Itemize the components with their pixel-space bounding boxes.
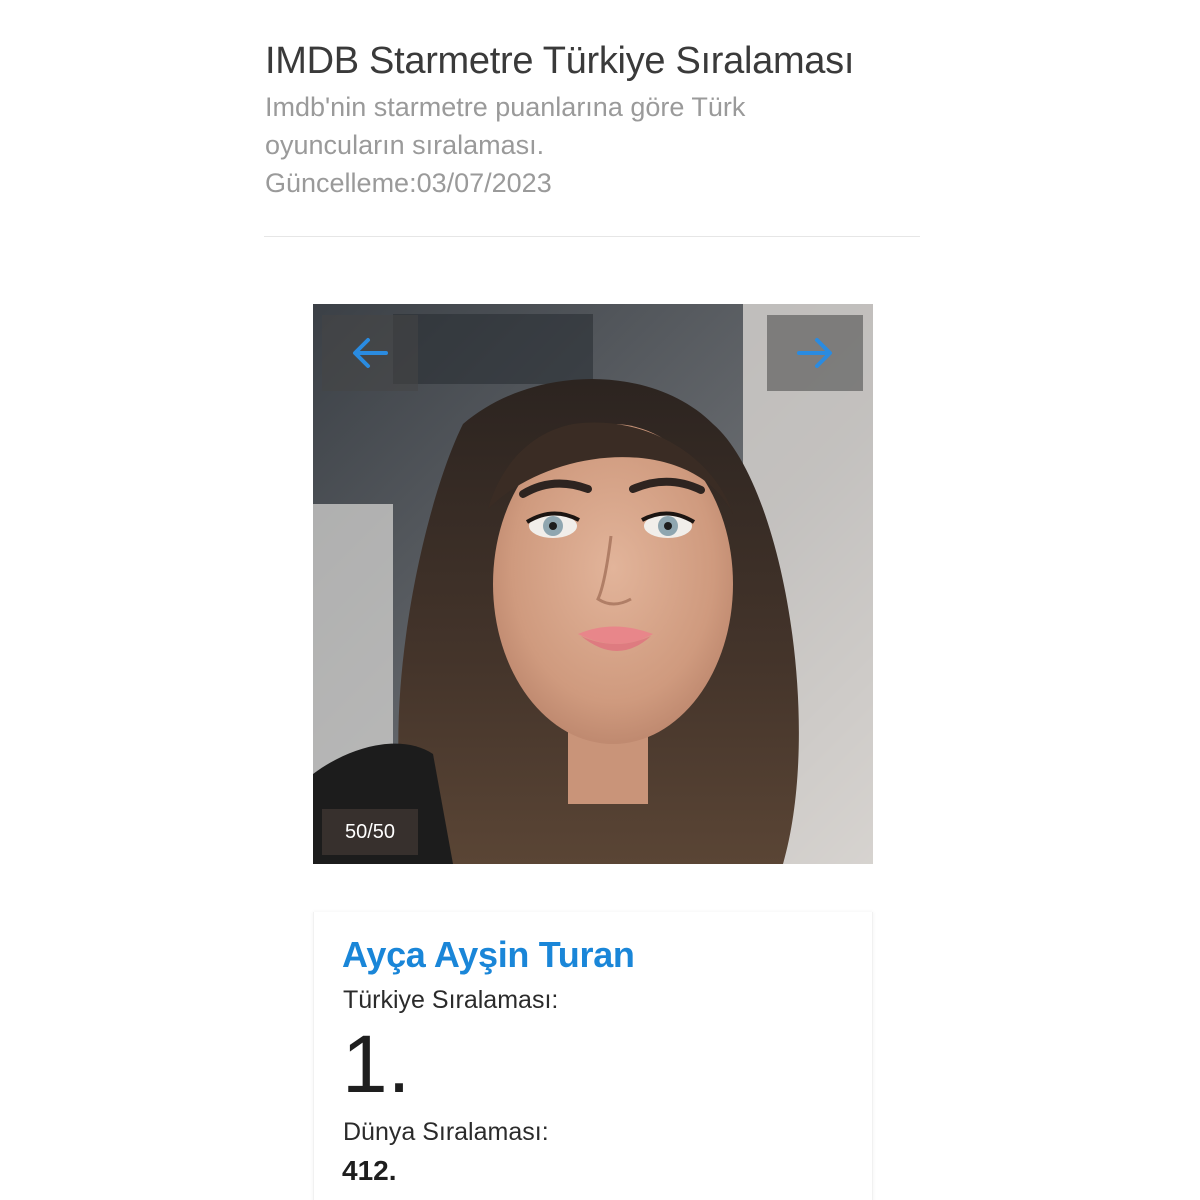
page-header: IMDB Starmetre Türkiye Sıralaması Imdb'n… bbox=[265, 38, 925, 202]
header-divider bbox=[264, 236, 920, 237]
arrow-left-icon bbox=[353, 338, 388, 368]
arrow-right-icon bbox=[797, 338, 832, 368]
world-rank-label: Dünya Sıralaması: bbox=[343, 1118, 549, 1146]
slide-counter: 50/50 bbox=[322, 809, 418, 855]
photo-slider[interactable]: 50/50 bbox=[313, 304, 873, 864]
turkey-rank-value: 1. bbox=[342, 1019, 411, 1110]
actor-name[interactable]: Ayça Ayşin Turan bbox=[342, 934, 635, 976]
page-title: IMDB Starmetre Türkiye Sıralaması bbox=[265, 40, 855, 82]
world-rank-value: 412. bbox=[342, 1155, 397, 1186]
actor-card: Ayça Ayşin Turan Türkiye Sıralaması: 1. … bbox=[313, 912, 873, 1200]
page-description: Imdb'nin starmetre puanlarına göre Türk … bbox=[265, 92, 746, 160]
next-button[interactable] bbox=[767, 315, 863, 391]
previous-button[interactable] bbox=[322, 315, 418, 391]
update-date: Güncelleme:03/07/2023 bbox=[265, 168, 552, 198]
turkey-rank-label: Türkiye Sıralaması: bbox=[343, 986, 559, 1014]
